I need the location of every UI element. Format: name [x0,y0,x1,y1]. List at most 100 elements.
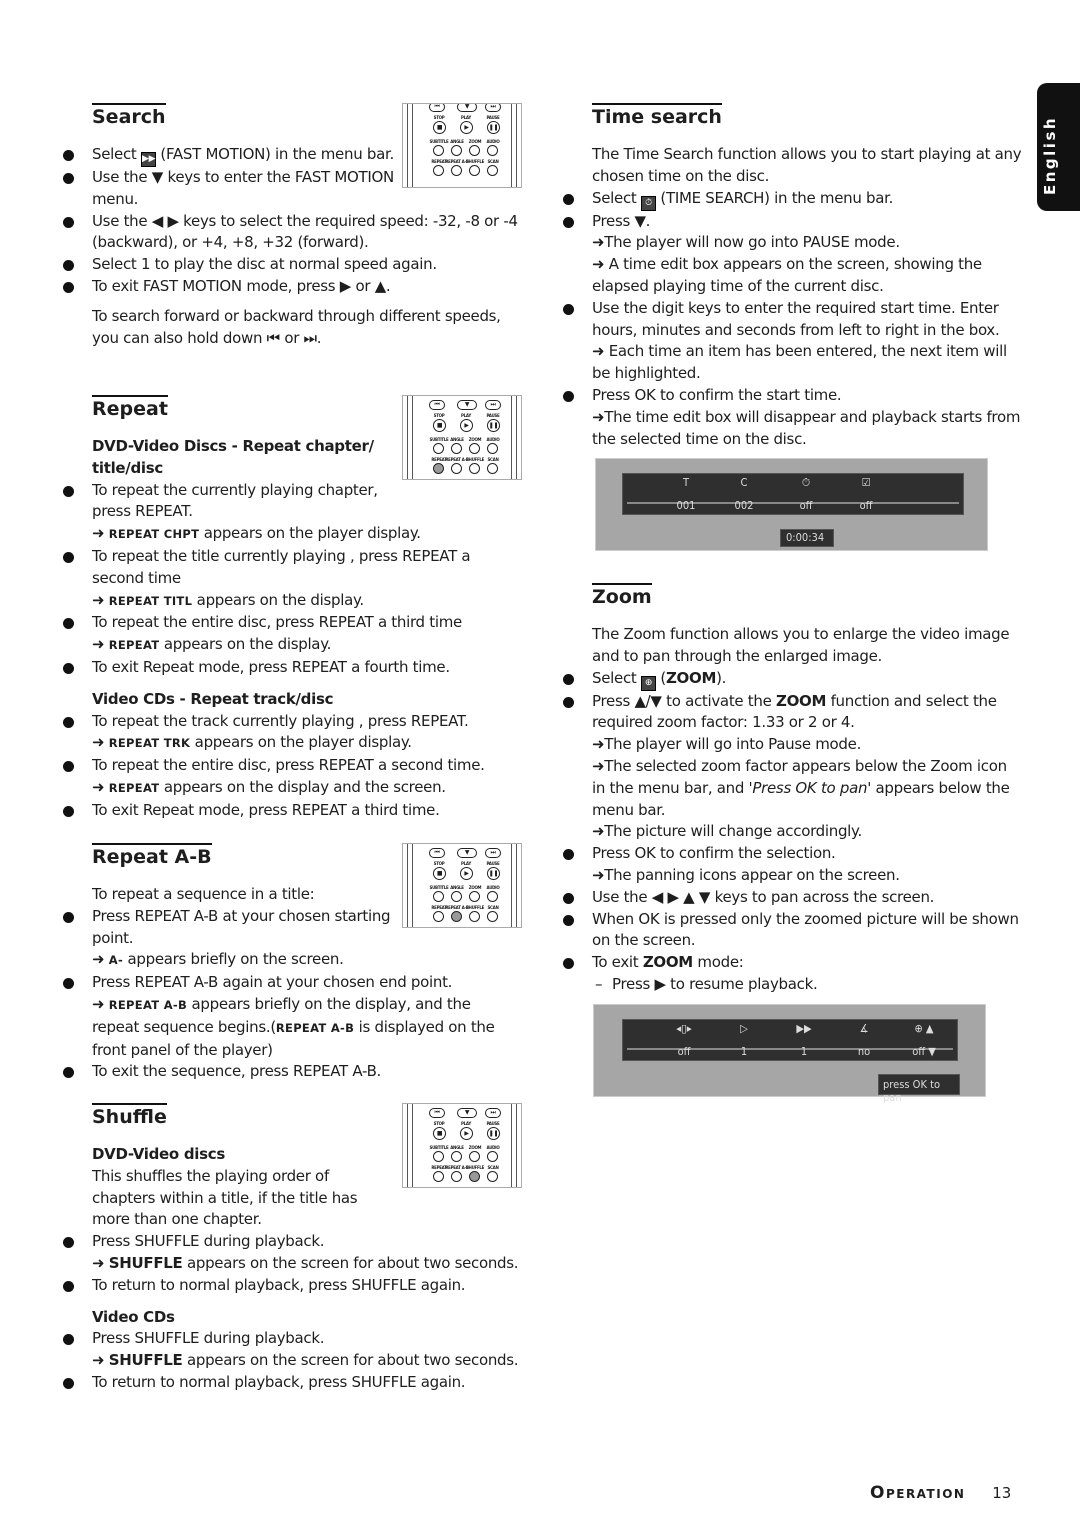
text: ➜ [92,1253,109,1272]
text: Press SHUFFLE during playback. [92,1329,325,1348]
bullet-item: To exit Repeat mode, press REPEAT a thir… [62,800,522,822]
result-note: ➜The selected zoom factor appears below … [562,756,1022,821]
check-value: off [859,499,873,512]
text: Use the ▼ keys to enter the FAST MOTION … [92,168,394,208]
zoom-menu-bar: ◂▯▸ ▷ ▶▶ ∡ ⊕ ▲ off 1 1 no off ▼ [622,1019,958,1061]
text: DVD-Video discs [92,1145,225,1163]
result-note: ➜ REPEAT TITL appears on the display. [62,590,522,613]
text: To exit Repeat mode, press REPEAT a thir… [92,800,440,819]
dash-item: Press ▶ to resume playback. [562,974,1022,996]
display-message: REPEAT [108,638,160,653]
section-shuffle: ⏮ ▼ ⏭ STOP ■ PLAY ▶ PAUSE ❚❚ SUBTITLE ANGLE ZOOM AUD… [62,1103,522,1394]
bullet-item: Use the ◀ ▶ ▲ ▼ keys to pan across the s… [562,887,1022,909]
bullet-item: To return to normal playback, press SHUF… [62,1372,522,1394]
text: Use the digit keys to enter the required… [592,298,1000,339]
bullet-item: To exit ZOOM mode: [562,952,1022,974]
footer: Operation 13 [870,1483,1011,1503]
display-message: REPEAT CHPT [108,527,200,542]
bullet-item: To repeat the title currently playing , … [62,546,522,590]
value-1: off [677,1045,691,1058]
bullet-item: Select ⏱ (TIME SEARCH) in the menu bar. [562,188,1022,211]
bullet-item: Select ⊕ (ZOOM). [562,668,1022,691]
text: ➜ Each time an item has been entered, th… [592,342,1007,383]
text: To repeat the entire disc, press REPEAT … [92,613,462,632]
bullet-item: Use the ▼ keys to enter the FAST MOTION … [62,167,522,211]
paragraph: The Zoom function allows you to enlarge … [562,624,1022,668]
time-search-menu-bar: T C ⏱ ☑ 001 002 off off [622,473,964,515]
result-note: ➜ A time edit box appears on the screen,… [562,254,1022,298]
time-search-icon: ⏱ [640,195,656,211]
display-message: A- [108,953,124,968]
subheading: DVD-Video Discs - Repeat chapter/ title/… [62,436,522,480]
text: When OK is pressed only the zoomed pictu… [592,909,1019,950]
zoom-icon: ⊕ [640,675,656,691]
text: ➜ [92,950,109,969]
text: ( [655,668,666,687]
page-number: 13 [992,1484,1012,1502]
italic-text: Press OK to pan [752,778,868,797]
text: ➜ A time edit box appears on the screen,… [592,255,982,295]
bullet-item: Select 1 to play the disc at normal spee… [62,254,522,276]
time-search-icon: ⏱ [801,476,811,489]
section-heading: Zoom [592,583,652,608]
section-heading: Repeat [92,395,168,420]
text: ➜The panning icons appear on the screen. [592,865,900,884]
bullet-item: To exit the sequence, press REPEAT A-B. [62,1061,522,1083]
bold-term: SHUFFLE [108,1351,183,1370]
text: To return to normal playback, press SHUF… [92,1275,466,1294]
result-note: ➜ REPEAT appears on the display. [62,634,522,657]
text: To search forward or backward through di… [92,306,501,347]
display-message: REPEAT A-B [108,997,188,1012]
result-note: ➜The player will go into Pause mode. [562,734,1022,756]
bullet-item: Use the ◀ ▶ keys to select the required … [62,211,522,255]
bullet-item: Use the digit keys to enter the required… [562,298,1022,342]
text: To exit Repeat mode, press REPEAT a four… [92,657,450,676]
bullet-item: Press REPEAT A-B again at your chosen en… [62,972,522,994]
text: Press ▶ to resume playback. [612,974,818,993]
section-heading: Search [92,103,166,128]
bullet-item: To repeat the currently playing chapter,… [62,480,522,524]
value-4: no [857,1045,871,1058]
time-value: off [799,499,813,512]
bullet-item: Press REPEAT A-B at your chosen starting… [62,906,522,950]
subheading: DVD-Video discs [62,1144,522,1166]
text: appears on the display. [159,635,332,654]
title-value: 001 [676,499,696,512]
text: Use the ◀ ▶ keys to select the required … [92,211,518,252]
bullet-item: When OK is pressed only the zoomed pictu… [562,909,1022,953]
chapter-icon: C [740,476,748,489]
text: ➜ [92,524,109,543]
section-search: ⏮ ▼ ⏭ STOP ■ PLAY ▶ PAUSE ❚❚ SUBTITLE ANGLE ZOOM AUD… [62,103,522,349]
text: Video CDs - Repeat track/disc [92,689,334,708]
time-search-screen: T C ⏱ ☑ 001 002 off off 0:00:34 [595,458,988,551]
text: appears on the screen for about two seco… [182,1351,519,1370]
display-message: REPEAT A-B [275,1020,355,1035]
display-message: REPEAT TRK [108,736,191,751]
text: To repeat a sequence in a title: [92,885,315,903]
result-note: ➜ REPEAT appears on the display and the … [62,777,522,800]
fast-forward-icon: ▶▶ [796,1022,812,1035]
text: ➜The picture will change accordingly. [592,822,862,841]
result-note: ➜ SHUFFLE appears on the screen for abou… [62,1350,522,1372]
time-edit-box: 0:00:34 [780,529,834,547]
text: Press REPEAT A-B at your chosen starting… [92,906,391,947]
text: ➜The player will go into Pause mode. [592,735,862,754]
text: To exit the sequence, press REPEAT A-B. [92,1062,382,1081]
bullet-item: To exit FAST MOTION mode, press ▶ or ▲. [62,276,522,298]
text: appears on the player display. [190,733,412,752]
text: Press REPEAT A-B again at your chosen en… [92,973,453,992]
section-heading: Time search [592,103,722,128]
result-note: ➜The picture will change accordingly. [562,821,1022,843]
text: To repeat the track currently playing , … [92,711,469,730]
text: Press SHUFFLE during playback. [92,1232,325,1251]
text: (TIME SEARCH) in the menu bar. [655,188,894,207]
bold-term: ZOOM [776,691,827,710]
step-icon: ▷ [740,1022,748,1035]
paragraph: The Time Search function allows you to s… [562,144,1022,188]
section-heading: Repeat A-B [92,843,212,868]
text: To repeat the currently playing chapter,… [92,480,378,521]
result-note: ➜ REPEAT CHPT appears on the player disp… [62,523,522,546]
text: appears on the display and the screen. [159,777,446,796]
text: DVD-Video Discs - Repeat chapter/ title/… [92,437,374,477]
section-zoom: Zoom The Zoom function allows you to enla… [562,583,1022,996]
